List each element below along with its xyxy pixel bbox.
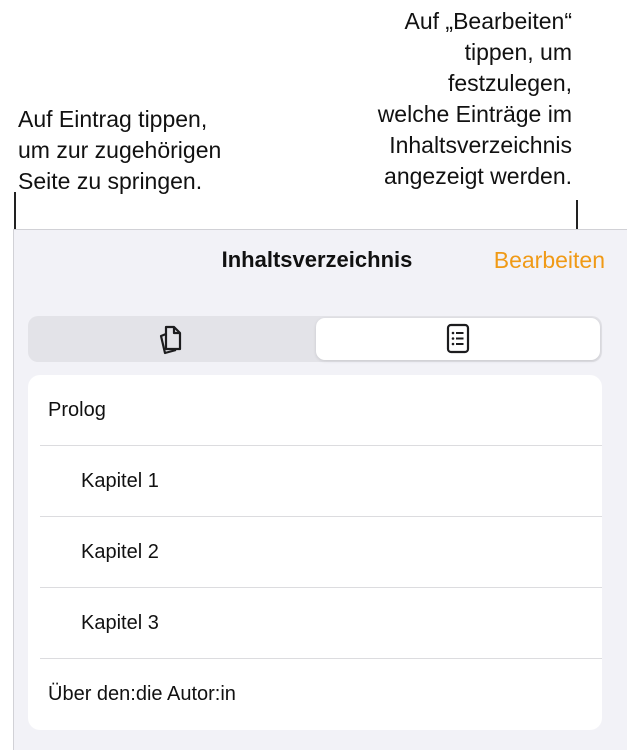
toc-entry[interactable]: Kapitel 1 — [28, 446, 602, 517]
edit-button[interactable]: Bearbeiten — [494, 242, 605, 278]
view-segmented-control — [28, 316, 602, 362]
callout-right-line-3: festzulegen, — [447, 70, 572, 96]
toc-entry-label: Prolog — [48, 399, 106, 421]
callout-right-line-1: Auf „Bearbeiten“ — [404, 8, 572, 34]
callout-right-line-6: angezeigt werden. — [384, 163, 572, 189]
toc-entry-label: Kapitel 3 — [81, 612, 159, 634]
table-of-contents-icon — [446, 323, 470, 354]
toc-entry-label: Kapitel 2 — [81, 541, 159, 563]
toc-entry-label: Kapitel 1 — [81, 470, 159, 492]
sheet-title: Inhaltsverzeichnis — [221, 247, 413, 272]
callout-right-line-4: welche Einträge im — [377, 101, 572, 127]
callout-left-line-3: Seite zu springen. — [18, 168, 203, 194]
callout-left-line-2: um zur zugehörigen — [18, 137, 222, 163]
segment-table-of-contents[interactable] — [316, 318, 600, 360]
callout-right-line-5: Inhaltsverzeichnis — [389, 132, 572, 158]
toc-entry[interactable]: Prolog — [28, 375, 602, 446]
callout-tap-entry: Auf Eintrag tippen, um zur zugehörigen S… — [18, 104, 308, 197]
toc-entry-list: Prolog Kapitel 1 Kapitel 2 Kapitel 3 Übe… — [28, 375, 602, 730]
callout-left-line-1: Auf Eintrag tippen, — [18, 106, 208, 132]
page-thumbnails-icon — [159, 325, 182, 355]
page: Auf Eintrag tippen, um zur zugehörigen S… — [0, 0, 627, 750]
toc-entry[interactable]: Über den:die Autor:in — [28, 659, 602, 730]
callout-right-line-2: tippen, um — [464, 39, 572, 65]
toc-entry-label: Über den:die Autor:in — [48, 683, 236, 705]
toc-entry[interactable]: Kapitel 3 — [28, 588, 602, 659]
toc-entry[interactable]: Kapitel 2 — [28, 517, 602, 588]
table-of-contents-sheet: Inhaltsverzeichnis Bearbeiten Prolog Kap… — [13, 229, 627, 750]
callout-tap-edit: Auf „Bearbeiten“ tippen, um festzulegen,… — [272, 6, 572, 192]
segment-page-thumbnails[interactable] — [30, 318, 314, 360]
